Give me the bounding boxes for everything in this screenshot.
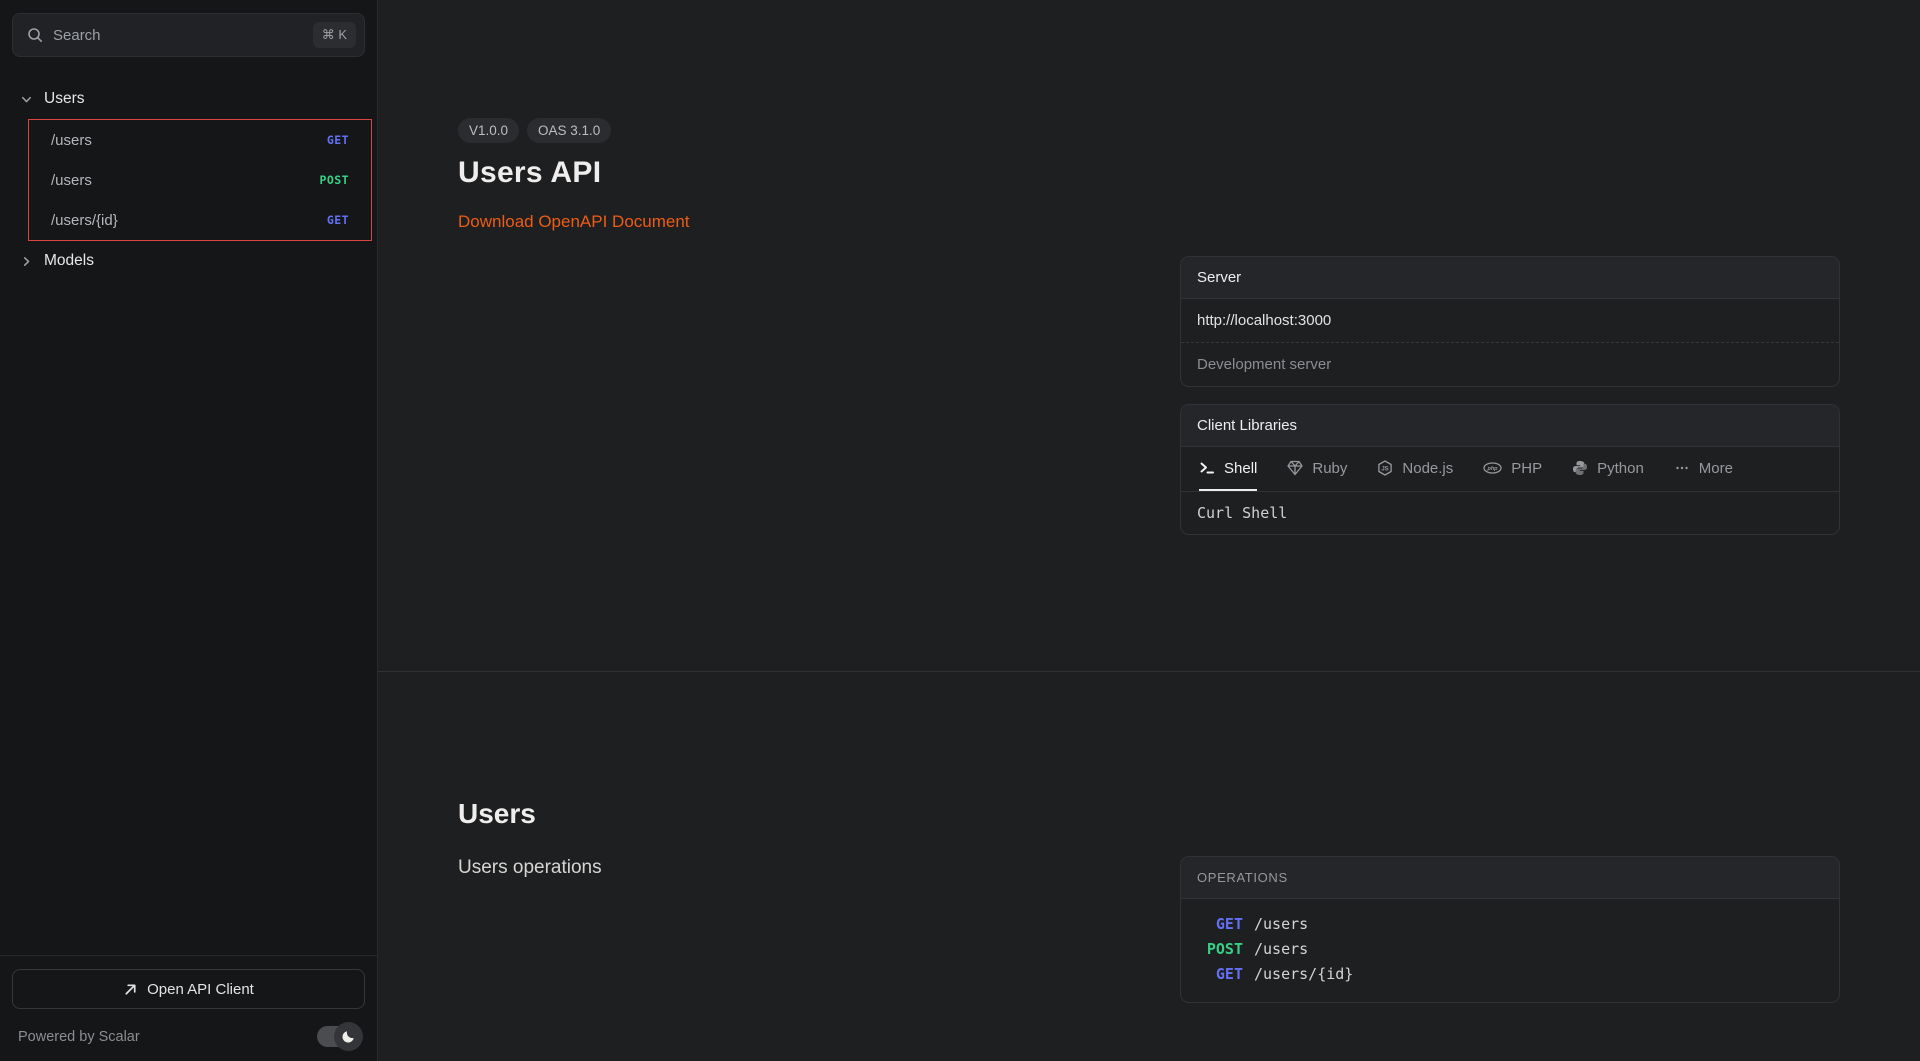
- client-library-tab-python[interactable]: Python: [1572, 447, 1644, 491]
- operation-row[interactable]: GET/users/{id}: [1197, 962, 1823, 987]
- section-title: Users: [458, 798, 1140, 830]
- endpoint-path: /users/{id}: [51, 212, 118, 229]
- client-library-tab-ruby[interactable]: Ruby: [1287, 447, 1347, 491]
- operation-path: /users: [1254, 912, 1308, 937]
- users-section: Users Users operations OPERATIONS GET/us…: [378, 672, 1920, 1003]
- code-snippet: Curl Shell: [1181, 492, 1839, 534]
- client-library-tab-more[interactable]: More: [1674, 447, 1733, 491]
- chevron-right-icon: [20, 255, 33, 268]
- search-icon: [27, 27, 43, 43]
- operation-path: /users: [1254, 937, 1308, 962]
- server-url[interactable]: http://localhost:3000: [1181, 299, 1839, 343]
- tab-label: PHP: [1511, 460, 1542, 477]
- sidebar-section-label: Models: [44, 252, 94, 270]
- http-method-badge: POST: [1197, 937, 1243, 962]
- intro-section: V1.0.0 OAS 3.1.0 Users API Download Open…: [378, 0, 1920, 672]
- http-method-badge: GET: [327, 213, 349, 227]
- nodejs-icon: JS: [1377, 460, 1393, 476]
- main-content: V1.0.0 OAS 3.1.0 Users API Download Open…: [378, 0, 1920, 1061]
- operations-card: OPERATIONS GET/usersPOST/usersGET/users/…: [1180, 856, 1840, 1003]
- operation-path: /users/{id}: [1254, 962, 1353, 987]
- operations-list: GET/usersPOST/usersGET/users/{id}: [1181, 899, 1839, 1002]
- ruby-icon: [1287, 460, 1303, 476]
- http-method-badge: GET: [1197, 912, 1243, 937]
- client-library-tab-php[interactable]: php PHP: [1483, 447, 1542, 491]
- dark-mode-toggle[interactable]: [317, 1026, 361, 1047]
- search-placeholder: Search: [53, 27, 313, 44]
- svg-text:php: php: [1487, 466, 1499, 472]
- http-method-badge: GET: [327, 133, 349, 147]
- sidebar-endpoint-item[interactable]: /users/{id} GET: [29, 200, 371, 240]
- sidebar: Search ⌘ K Users /users GET/users POST/use…: [0, 0, 378, 1061]
- version-badge: V1.0.0: [458, 118, 519, 143]
- open-api-client-label: Open API Client: [147, 981, 254, 998]
- section-description: Users operations: [458, 857, 1140, 879]
- server-card: Server http://localhost:3000 Development…: [1180, 256, 1840, 387]
- operation-row[interactable]: GET/users: [1197, 912, 1823, 937]
- tab-label: More: [1699, 460, 1733, 477]
- open-api-client-button[interactable]: Open API Client: [12, 969, 365, 1009]
- tab-label: Python: [1597, 460, 1644, 477]
- oas-badge: OAS 3.1.0: [527, 118, 611, 143]
- page-title: Users API: [458, 156, 1140, 190]
- tab-label: Ruby: [1312, 460, 1347, 477]
- server-description: Development server: [1181, 343, 1839, 386]
- tab-label: Node.js: [1402, 460, 1453, 477]
- endpoint-path: /users: [51, 132, 92, 149]
- svg-text:JS: JS: [1382, 466, 1389, 472]
- client-libraries-title: Client Libraries: [1181, 405, 1839, 447]
- php-icon: php: [1483, 460, 1502, 476]
- powered-by-label: Powered by Scalar: [18, 1029, 140, 1045]
- operation-row[interactable]: POST/users: [1197, 937, 1823, 962]
- sidebar-section-models[interactable]: Models: [0, 245, 377, 277]
- python-icon: [1572, 460, 1588, 476]
- arrow-up-right-icon: [123, 982, 138, 997]
- sidebar-nav: Users /usersGET/usersPOST/users/{id}GET …: [0, 83, 377, 277]
- sidebar-section-label: Users: [44, 90, 84, 108]
- more-icon: [1674, 460, 1690, 476]
- client-library-tab-nodejs[interactable]: JS Node.js: [1377, 447, 1453, 491]
- sidebar-section-users[interactable]: Users: [0, 83, 377, 115]
- http-method-badge: POST: [319, 173, 349, 187]
- terminal-icon: [1199, 460, 1215, 476]
- operations-card-title: OPERATIONS: [1181, 857, 1839, 899]
- sidebar-footer: Open API Client Powered by Scalar: [0, 955, 377, 1061]
- sidebar-endpoint-item[interactable]: /users GET: [29, 120, 371, 160]
- toggle-knob: [334, 1022, 363, 1051]
- sidebar-endpoint-item[interactable]: /users POST: [29, 160, 371, 200]
- http-method-badge: GET: [1197, 962, 1243, 987]
- client-libraries-tabs: Shell Ruby JS Node.js php PHP Python More: [1181, 447, 1839, 492]
- server-card-title: Server: [1181, 257, 1839, 299]
- tab-label: Shell: [1224, 460, 1257, 477]
- client-library-tab-shell[interactable]: Shell: [1199, 447, 1257, 491]
- endpoint-path: /users: [51, 172, 92, 189]
- download-openapi-link[interactable]: Download OpenAPI Document: [458, 212, 690, 232]
- moon-icon: [341, 1029, 356, 1044]
- search-shortcut: ⌘ K: [313, 22, 356, 48]
- search-input[interactable]: Search ⌘ K: [12, 13, 365, 57]
- highlight-box: /users GET/users POST/users/{id} GET: [28, 119, 372, 241]
- chevron-down-icon: [20, 93, 33, 106]
- client-libraries-card: Client Libraries Shell Ruby JS Node.js php PH…: [1180, 404, 1840, 535]
